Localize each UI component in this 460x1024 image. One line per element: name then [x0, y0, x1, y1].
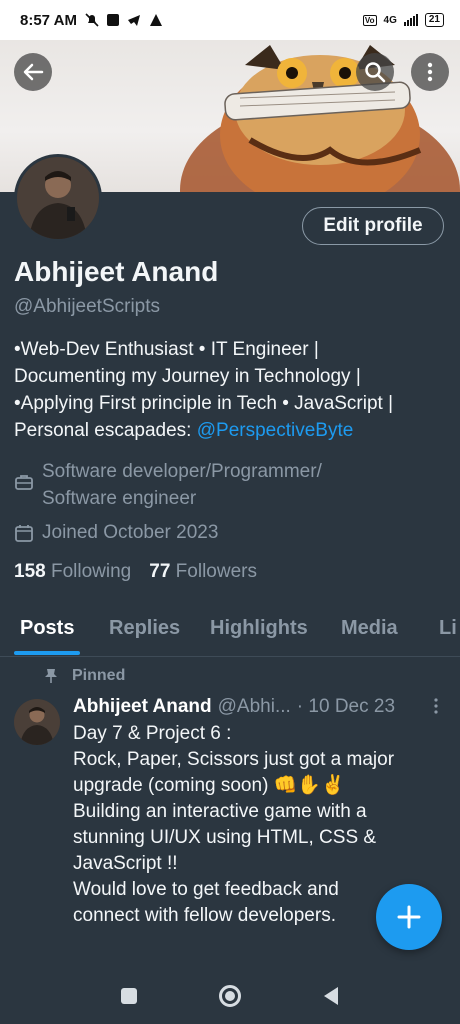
calendar-icon — [15, 525, 33, 542]
profession-line: Software developer/Programmer/ — [42, 461, 322, 482]
briefcase-icon — [15, 475, 33, 490]
profile-bio: •Web-Dev Enthusiast • IT Engineer | Docu… — [14, 336, 450, 444]
active-tab-indicator — [14, 651, 80, 655]
warning-icon — [149, 14, 162, 26]
search-button[interactable] — [356, 53, 394, 91]
bio-last-prefix: Personal escapades: — [14, 420, 197, 441]
status-time: 8:57 AM — [20, 11, 77, 29]
post-date: · 10 Dec 23 — [296, 696, 396, 717]
back-nav-button[interactable] — [318, 983, 344, 1009]
post-line: upgrade (coming soon) 👊✋✌️ — [73, 775, 345, 796]
post-line: JavaScript !! — [73, 853, 178, 874]
signal-icon — [403, 14, 418, 26]
more-button[interactable] — [411, 53, 449, 91]
bio-line: Personal escapades: @PerspectiveByte — [14, 417, 450, 444]
avatar-photo — [14, 699, 60, 745]
profile-handle: @AbhijeetScripts — [14, 296, 161, 317]
joined-date: Joined October 2023 — [42, 522, 219, 543]
post-line: Building an interactive game with a — [73, 801, 367, 822]
tab-highlights[interactable]: Highlights — [210, 617, 308, 640]
following-count: 158 — [14, 561, 46, 582]
triangle-back-icon — [324, 987, 338, 1005]
app-notification-icon — [106, 14, 119, 26]
status-bar: 8:57 AM Vo 4G 21 — [0, 0, 460, 40]
tab-media[interactable]: Media — [341, 617, 398, 640]
profile-tabs: Posts Replies Highlights Media Li — [0, 612, 460, 657]
post-line: Day 7 & Project 6 : — [73, 723, 232, 744]
post-more-button[interactable] — [430, 697, 442, 720]
following-link[interactable]: 158 Following — [14, 561, 131, 583]
bio-line: •Applying First principle in Tech • Java… — [14, 393, 394, 414]
profile-name: Abhijeet Anand — [14, 256, 219, 287]
bio-line: •Web-Dev Enthusiast • IT Engineer | — [14, 339, 319, 360]
pinned-indicator: Pinned — [44, 667, 125, 685]
plus-icon — [397, 905, 421, 929]
system-navigation-bar — [0, 966, 460, 1024]
back-button[interactable] — [14, 53, 52, 91]
home-button[interactable] — [217, 983, 243, 1009]
more-vertical-icon — [427, 62, 433, 82]
pin-icon — [45, 669, 57, 683]
telegram-icon — [127, 15, 140, 26]
post-header: Abhijeet Anand @Abhi... · 10 Dec 23 — [73, 696, 395, 718]
post-line: Rock, Paper, Scissors just got a major — [73, 749, 395, 770]
network-type: 4G — [383, 14, 397, 26]
post-handle: @Abhi... — [217, 696, 291, 717]
profession-text: Software developer/Programmer/ Software … — [42, 458, 322, 512]
profile-avatar[interactable] — [14, 154, 102, 242]
avatar-photo — [17, 157, 99, 239]
tab-posts[interactable]: Posts — [20, 617, 74, 640]
square-icon — [121, 988, 137, 1004]
volte-icon: Vo — [362, 14, 377, 26]
bio-line: Documenting my Journey in Technology | — [14, 366, 361, 387]
followers-link[interactable]: 77 Followers — [149, 561, 257, 583]
follow-stats: 158 Following 77 Followers — [14, 561, 257, 583]
profession-row: Software developer/Programmer/ Software … — [14, 458, 322, 512]
edit-profile-button[interactable]: Edit profile — [302, 207, 444, 245]
post-line: stunning UI/UX using HTML, CSS & — [73, 827, 377, 848]
status-left: 8:57 AM — [20, 12, 163, 29]
bio-mention-link[interactable]: @PerspectiveByte — [197, 420, 354, 441]
followers-count: 77 — [149, 561, 171, 582]
search-icon — [365, 62, 386, 83]
bell-muted-icon — [85, 13, 99, 27]
following-label: Following — [50, 561, 132, 582]
pinned-label: Pinned — [72, 667, 126, 684]
profession-line: Software engineer — [42, 488, 197, 509]
status-right: Vo 4G 21 — [362, 13, 444, 27]
tab-replies[interactable]: Replies — [109, 617, 180, 640]
compose-post-button[interactable] — [376, 884, 442, 950]
followers-label: Followers — [175, 561, 257, 582]
circle-icon — [219, 985, 241, 1007]
arrow-left-icon — [23, 63, 44, 81]
battery-icon: 21 — [424, 13, 444, 27]
recents-button[interactable] — [116, 983, 142, 1009]
post-avatar[interactable] — [14, 699, 60, 745]
tab-likes[interactable]: Li — [439, 617, 457, 640]
post-author[interactable]: Abhijeet Anand — [73, 696, 212, 718]
more-vertical-icon — [434, 698, 438, 714]
joined-row: Joined October 2023 — [14, 519, 218, 546]
